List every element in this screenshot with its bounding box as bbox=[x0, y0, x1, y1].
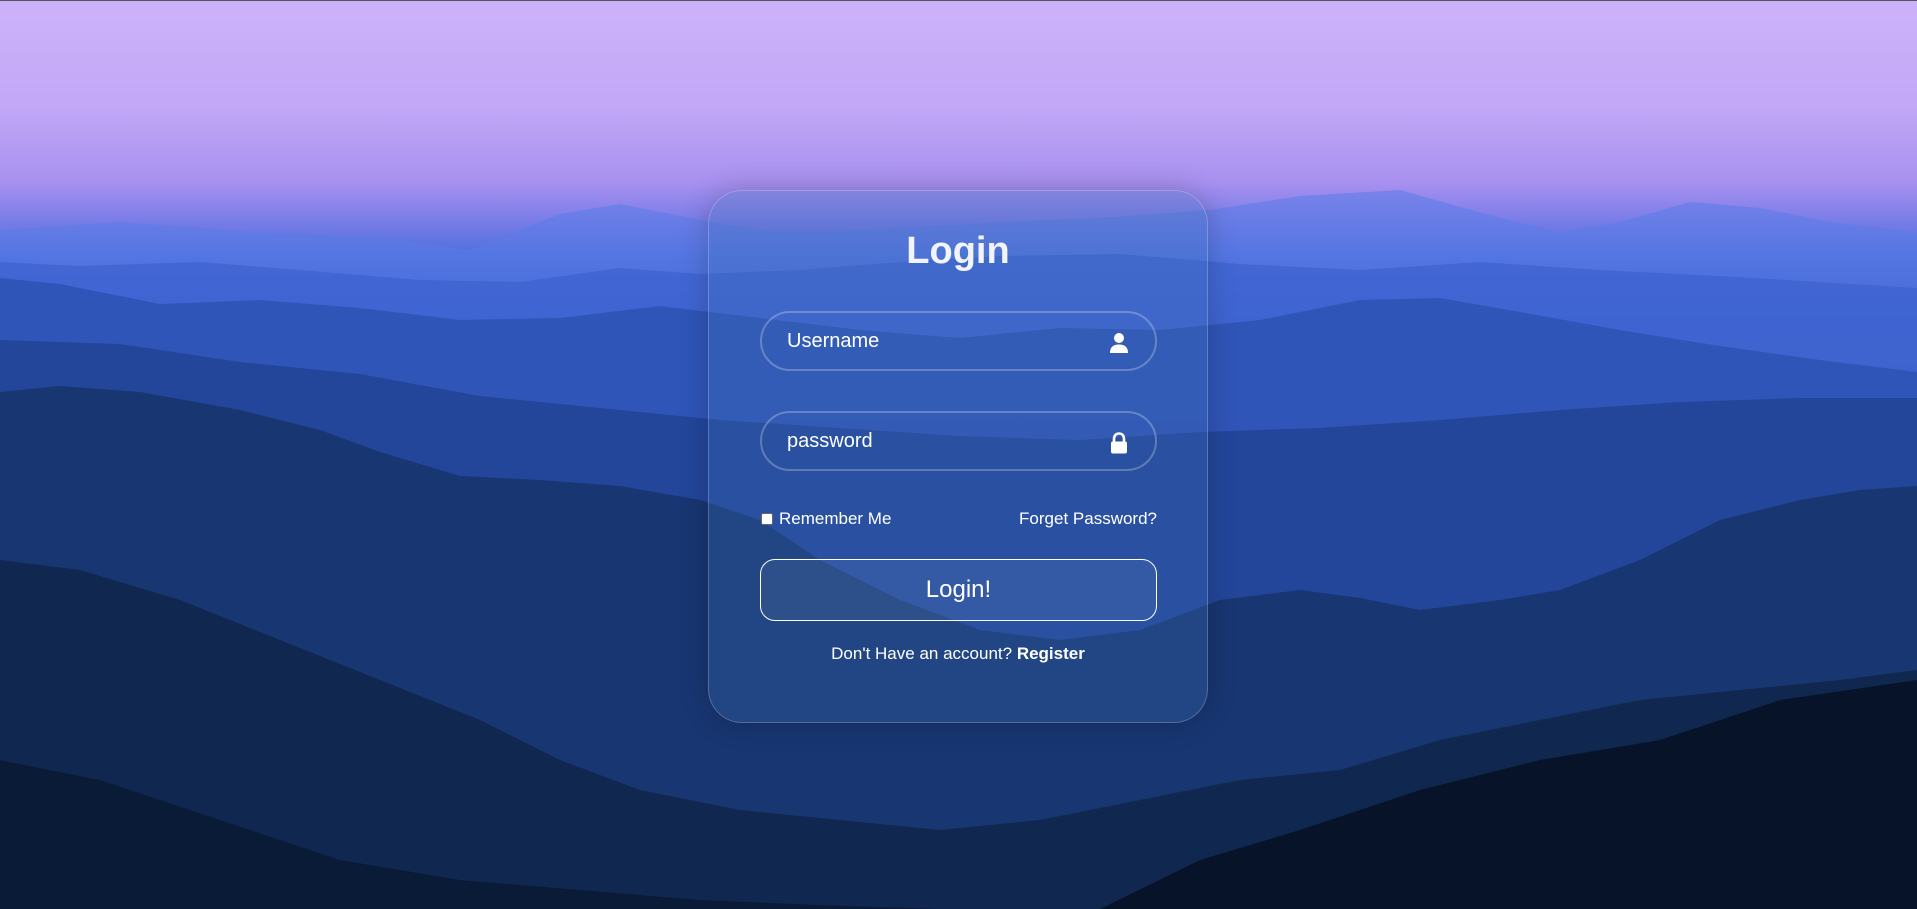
username-field-container bbox=[760, 311, 1157, 371]
password-input[interactable] bbox=[762, 413, 1155, 469]
register-prompt: Don't Have an account? Register bbox=[709, 644, 1207, 664]
forgot-password-link[interactable]: Forget Password? bbox=[1019, 509, 1157, 529]
remember-me-checkbox[interactable] bbox=[761, 513, 773, 525]
password-field-container bbox=[760, 411, 1157, 471]
login-options-row: Remember Me Forget Password? bbox=[760, 509, 1157, 533]
remember-me-label: Remember Me bbox=[779, 509, 892, 528]
register-link[interactable]: Register bbox=[1017, 644, 1085, 663]
login-card: Login Remember Me Forget Password? Login… bbox=[708, 190, 1208, 723]
user-icon bbox=[1110, 333, 1128, 353]
lock-icon bbox=[1111, 432, 1127, 454]
register-prompt-text: Don't Have an account? bbox=[831, 644, 1013, 663]
remember-me[interactable]: Remember Me bbox=[760, 509, 891, 529]
login-submit-button[interactable]: Login! bbox=[760, 559, 1157, 621]
login-title: Login bbox=[906, 230, 1010, 272]
login-page: Login Remember Me Forget Password? Login… bbox=[0, 0, 1917, 909]
username-input[interactable] bbox=[762, 313, 1155, 369]
